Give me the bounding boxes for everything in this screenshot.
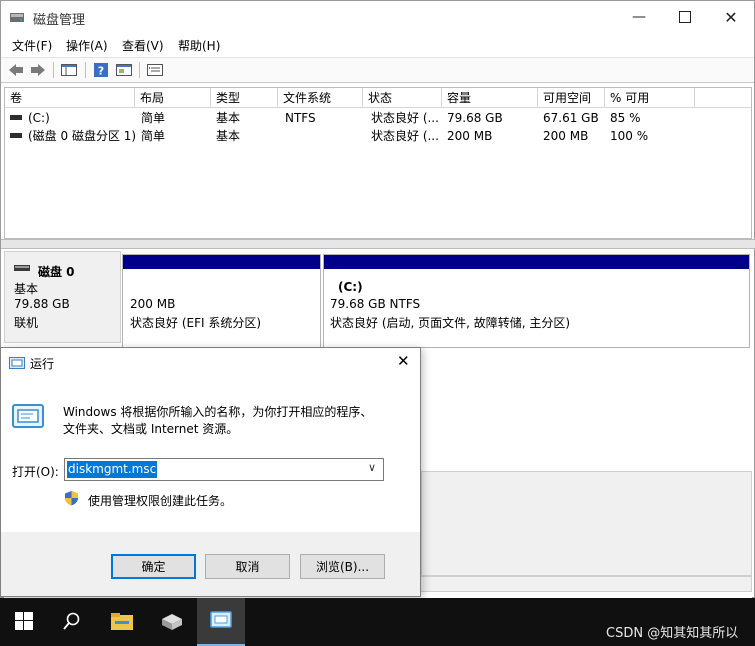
- filesystem-cell: NTFS: [285, 111, 316, 125]
- disk-type: 基本: [14, 282, 39, 296]
- pane-splitter[interactable]: [1, 239, 755, 249]
- watermark-text: CSDN @知其知其所以: [606, 626, 739, 641]
- capacity-cell: 79.68 GB: [447, 111, 503, 125]
- column-header-free-space[interactable]: 可用空间: [538, 88, 605, 108]
- open-label: 打开(O):: [12, 465, 59, 479]
- toolbar: ?: [1, 57, 754, 83]
- run-dialog-title: 运行: [30, 357, 55, 371]
- run-taskbar-button[interactable]: [197, 598, 245, 646]
- admin-note: 使用管理权限创建此任务。: [88, 494, 233, 508]
- disk-status: 联机: [14, 316, 39, 330]
- volume-icon: [10, 115, 22, 120]
- file-explorer-button[interactable]: [98, 598, 146, 646]
- minimize-icon: —: [632, 9, 646, 25]
- layout-cell: 简单: [141, 111, 166, 125]
- column-header-filesystem[interactable]: 文件系统: [278, 88, 363, 108]
- back-arrow-icon[interactable]: [7, 61, 25, 79]
- run-description-line-1: Windows 将根据你所输入的名称，为你打开相应的程序、: [63, 405, 373, 419]
- status-cell: 状态良好 (...: [371, 129, 439, 143]
- partition-status: 状态良好 (启动, 页面文件, 故障转储, 主分区): [330, 316, 571, 330]
- run-dialog-footer: 确定 取消 浏览(B)...: [1, 532, 420, 596]
- free-space-cell: 67.61 GB: [543, 111, 599, 125]
- menu-view[interactable]: 查看(V): [122, 37, 164, 54]
- partition-size: 200 MB: [130, 297, 176, 311]
- title-bar[interactable]: 磁盘管理 — ✕: [1, 1, 754, 33]
- column-header-type[interactable]: 类型: [211, 88, 278, 108]
- partition-header-bar: [123, 255, 320, 269]
- minimize-button[interactable]: —: [616, 1, 662, 33]
- maximize-button[interactable]: [662, 1, 708, 33]
- browse-button[interactable]: 浏览(B)...: [300, 554, 385, 579]
- ok-button[interactable]: 确定: [111, 554, 196, 579]
- volume-cell: (磁盘 0 磁盘分区 1): [10, 127, 136, 145]
- partition-status: 状态良好 (EFI 系统分区): [130, 316, 262, 330]
- list-view-icon[interactable]: [146, 61, 164, 79]
- toolbar-separator: [139, 62, 140, 78]
- toolbar-separator: [53, 62, 54, 78]
- properties-icon[interactable]: [115, 61, 133, 79]
- column-header-percent-free[interactable]: % 可用: [605, 88, 695, 108]
- disk-management-icon: [9, 9, 25, 25]
- column-header-capacity[interactable]: 容量: [442, 88, 538, 108]
- start-icon: [15, 611, 33, 633]
- search-button[interactable]: [48, 598, 96, 646]
- disk-icon: [14, 262, 30, 276]
- disk-name: 磁盘 0: [38, 265, 75, 279]
- close-icon[interactable]: ✕: [397, 352, 410, 370]
- disk-size: 79.88 GB: [14, 297, 70, 311]
- menu-file[interactable]: 文件(F): [12, 37, 52, 54]
- window-title: 磁盘管理: [33, 13, 86, 28]
- svg-text:?: ?: [98, 65, 104, 78]
- chevron-down-icon[interactable]: ∨: [368, 461, 376, 474]
- open-combobox[interactable]: diskmgmt.msc ∨: [64, 458, 384, 481]
- volume-icon: [10, 133, 22, 138]
- shield-icon: [64, 490, 79, 509]
- menu-help[interactable]: 帮助(H): [178, 37, 220, 54]
- volume-cell: (C:): [10, 109, 50, 127]
- start-button[interactable]: [0, 598, 48, 646]
- volume-list[interactable]: 卷 布局 类型 文件系统 状态 容量 可用空间 % 可用 (C:) 简单 基本 …: [4, 87, 752, 239]
- type-cell: 基本: [216, 111, 241, 125]
- unallocated-area: [421, 471, 752, 576]
- capacity-cell: 200 MB: [447, 129, 493, 143]
- table-row[interactable]: (C:) 简单 基本 NTFS 状态良好 (... 79.68 GB 67.61…: [5, 109, 751, 127]
- help-icon[interactable]: ?: [92, 61, 110, 79]
- run-dialog: 运行 ✕ Windows 将根据你所输入的名称，为你打开相应的程序、 文件夹、文…: [0, 347, 421, 597]
- partition-header-bar: [324, 255, 749, 269]
- percent-free-cell: 85 %: [610, 111, 641, 125]
- partition-efi[interactable]: 200 MB 状态良好 (EFI 系统分区): [122, 254, 321, 348]
- column-header-status[interactable]: 状态: [363, 88, 442, 108]
- layout-cell: 简单: [141, 129, 166, 143]
- file-explorer-icon: [110, 611, 134, 634]
- menu-action[interactable]: 操作(A): [66, 37, 108, 54]
- open-input-value[interactable]: diskmgmt.msc: [67, 461, 158, 478]
- partition-c[interactable]: (C:) 79.68 GB NTFS 状态良好 (启动, 页面文件, 故障转储,…: [323, 254, 750, 348]
- server-manager-button[interactable]: [148, 598, 196, 646]
- cancel-button[interactable]: 取消: [205, 554, 290, 579]
- run-icon: [9, 356, 25, 373]
- column-header-layout[interactable]: 布局: [135, 88, 211, 108]
- column-header-filler: [695, 88, 751, 108]
- run-large-icon: [11, 403, 45, 434]
- partition-size: 79.68 GB NTFS: [330, 297, 421, 311]
- table-row[interactable]: (磁盘 0 磁盘分区 1) 简单 基本 状态良好 (... 200 MB 200…: [5, 127, 751, 145]
- server-manager-icon: [160, 611, 184, 634]
- percent-free-cell: 100 %: [610, 129, 649, 143]
- maximize-icon: [679, 11, 691, 23]
- disk-0-label[interactable]: 磁盘 0 基本 79.88 GB 联机: [4, 251, 121, 343]
- run-icon: [210, 610, 232, 632]
- free-space-cell: 200 MB: [543, 129, 589, 143]
- console-tree-icon[interactable]: [60, 61, 78, 79]
- close-button[interactable]: ✕: [708, 1, 754, 33]
- run-description-line-2: 文件夹、文档或 Internet 资源。: [63, 422, 239, 436]
- search-icon: [63, 612, 81, 633]
- forward-arrow-icon[interactable]: [29, 61, 47, 79]
- toolbar-separator: [85, 62, 86, 78]
- close-icon: ✕: [724, 7, 738, 27]
- column-header-volume[interactable]: 卷: [5, 88, 135, 108]
- type-cell: 基本: [216, 129, 241, 143]
- status-cell: 状态良好 (...: [371, 111, 439, 125]
- menu-bar: 文件(F) 操作(A) 查看(V) 帮助(H): [1, 34, 754, 56]
- partition-label: (C:): [338, 280, 363, 294]
